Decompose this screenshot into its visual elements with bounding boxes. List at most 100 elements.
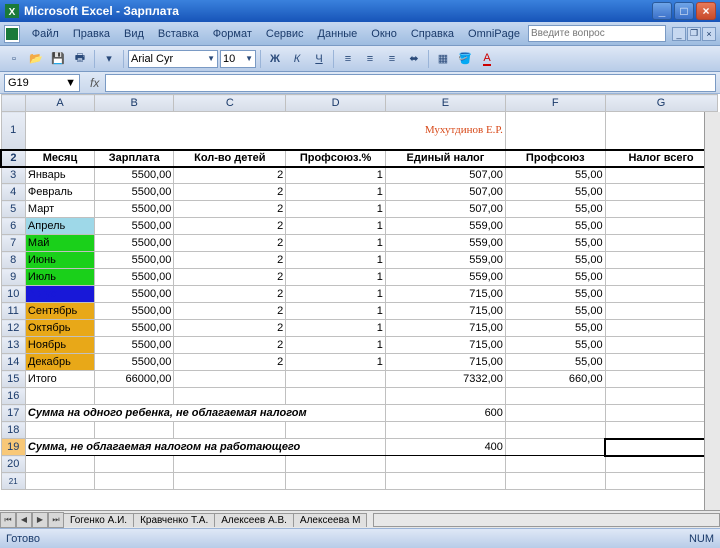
cell-total-tax[interactable]	[605, 235, 717, 252]
cell-total-tax[interactable]	[605, 269, 717, 286]
spreadsheet-grid[interactable]: A B C D E F G 1 Мухутдинов Е.Р. 2 Месяц …	[0, 94, 718, 490]
menu-view[interactable]: Вид	[118, 26, 150, 42]
cell-total-tax[interactable]	[605, 320, 717, 337]
cell-total-tax[interactable]	[605, 303, 717, 320]
cell-month[interactable]: Февраль	[25, 184, 94, 201]
row-17[interactable]: 17 Сумма на одного ребенка, не облагаема…	[1, 405, 717, 422]
cell-month[interactable]: Август	[25, 286, 94, 303]
cell-children[interactable]: 2	[174, 354, 286, 371]
sheet-tab[interactable]: Алексеева М	[293, 513, 368, 527]
cell-month[interactable]: Июнь	[25, 252, 94, 269]
row-header[interactable]: 4	[1, 184, 25, 201]
cell-salary[interactable]: 5500,00	[95, 218, 174, 235]
col-header[interactable]: G	[605, 95, 717, 112]
maximize-button[interactable]: □	[674, 2, 694, 20]
menu-file[interactable]: Файл	[26, 26, 65, 42]
cell-union-pct[interactable]: 1	[286, 167, 386, 184]
cell-union-pct[interactable]: 1	[286, 201, 386, 218]
fill-color-icon[interactable]: 🪣	[455, 49, 475, 69]
row-header[interactable]: 15	[1, 371, 25, 388]
cell-tax[interactable]: 559,00	[385, 218, 505, 235]
cell-month[interactable]: Январь	[25, 167, 94, 184]
menu-data[interactable]: Данные	[312, 26, 364, 42]
cell-month[interactable]: Декабрь	[25, 354, 94, 371]
merge-icon[interactable]: ⬌	[404, 49, 424, 69]
cell-salary[interactable]: 5500,00	[95, 184, 174, 201]
menu-edit[interactable]: Правка	[67, 26, 116, 42]
row-header[interactable]: 17	[1, 405, 25, 422]
cell-children[interactable]: 2	[174, 269, 286, 286]
table-row[interactable]: 10Август5500,0021715,0055,00	[1, 286, 717, 303]
menu-omnipage[interactable]: OmniPage	[462, 26, 526, 42]
table-row[interactable]: 13Ноябрь5500,0021715,0055,00	[1, 337, 717, 354]
active-cell[interactable]	[605, 439, 717, 456]
cell-union[interactable]: 55,00	[505, 201, 605, 218]
cell-month[interactable]: Март	[25, 201, 94, 218]
cell-total-tax[interactable]	[605, 201, 717, 218]
menu-window[interactable]: Окно	[365, 26, 403, 42]
cell-union-pct[interactable]: 1	[286, 286, 386, 303]
row-18[interactable]: 18	[1, 422, 717, 439]
row-header[interactable]: 11	[1, 303, 25, 320]
tab-nav-last-icon[interactable]: ⏭	[48, 512, 64, 528]
cell-salary[interactable]: 5500,00	[95, 201, 174, 218]
cell-total-tax[interactable]	[605, 167, 717, 184]
row-header[interactable]: 1	[1, 112, 25, 150]
ask-question-box[interactable]	[528, 25, 666, 42]
menu-tools[interactable]: Сервис	[260, 26, 310, 42]
table-row[interactable]: 9Июль5500,0021559,0055,00	[1, 269, 717, 286]
name-box[interactable]: G19▼	[4, 74, 80, 92]
cell-union[interactable]: 55,00	[505, 286, 605, 303]
cell-children[interactable]: 2	[174, 303, 286, 320]
cell-tax[interactable]: 715,00	[385, 303, 505, 320]
cell-month[interactable]: Апрель	[25, 218, 94, 235]
cell-union[interactable]: 55,00	[505, 337, 605, 354]
col-header[interactable]: D	[286, 95, 386, 112]
cell-children[interactable]: 2	[174, 252, 286, 269]
row-header[interactable]: 18	[1, 422, 25, 439]
fx-icon[interactable]: fx	[90, 76, 99, 90]
cell-children[interactable]: 2	[174, 218, 286, 235]
col-header[interactable]: B	[95, 95, 174, 112]
cell-union[interactable]: 55,00	[505, 303, 605, 320]
font-size-combo[interactable]: 10▼	[220, 50, 256, 68]
cell-union-pct[interactable]: 1	[286, 354, 386, 371]
cell-total-tax[interactable]	[605, 184, 717, 201]
menu-format[interactable]: Формат	[207, 26, 258, 42]
table-row[interactable]: 7Май5500,0021559,0055,00	[1, 235, 717, 252]
cell-tax[interactable]: 507,00	[385, 201, 505, 218]
person-name-cell[interactable]: Мухутдинов Е.Р.	[25, 112, 505, 150]
cell-union[interactable]: 55,00	[505, 167, 605, 184]
cell-union-pct[interactable]: 1	[286, 218, 386, 235]
row-header[interactable]: 16	[1, 388, 25, 405]
cell-union-pct[interactable]: 1	[286, 337, 386, 354]
cell-salary[interactable]: 5500,00	[95, 354, 174, 371]
cell-tax[interactable]: 559,00	[385, 269, 505, 286]
cell-children[interactable]: 2	[174, 184, 286, 201]
cell-children[interactable]: 2	[174, 235, 286, 252]
cell-month[interactable]: Сентябрь	[25, 303, 94, 320]
align-left-icon[interactable]: ≡	[338, 49, 358, 69]
minimize-button[interactable]: _	[652, 2, 672, 20]
tab-nav-prev-icon[interactable]: ◀	[16, 512, 32, 528]
cell-union[interactable]: 55,00	[505, 252, 605, 269]
cell-salary[interactable]: 5500,00	[95, 303, 174, 320]
cell-salary[interactable]: 5500,00	[95, 320, 174, 337]
cell-tax[interactable]: 715,00	[385, 337, 505, 354]
col-header-row[interactable]: A B C D E F G	[1, 95, 717, 112]
col-header[interactable]: E	[385, 95, 505, 112]
col-header[interactable]: C	[174, 95, 286, 112]
table-row[interactable]: 11Сентябрь5500,0021715,0055,00	[1, 303, 717, 320]
borders-icon[interactable]: ▦	[433, 49, 453, 69]
cell-month[interactable]: Май	[25, 235, 94, 252]
tab-nav-first-icon[interactable]: ⏮	[0, 512, 16, 528]
cell-union-pct[interactable]: 1	[286, 303, 386, 320]
row-header[interactable]: 8	[1, 252, 25, 269]
font-color-icon[interactable]: A	[477, 49, 497, 69]
row-header[interactable]: 9	[1, 269, 25, 286]
bold-icon[interactable]: Ж	[265, 49, 285, 69]
cell-total-tax[interactable]	[605, 252, 717, 269]
cell-total-tax[interactable]	[605, 337, 717, 354]
cell-tax[interactable]: 559,00	[385, 252, 505, 269]
cell-tax[interactable]: 715,00	[385, 320, 505, 337]
